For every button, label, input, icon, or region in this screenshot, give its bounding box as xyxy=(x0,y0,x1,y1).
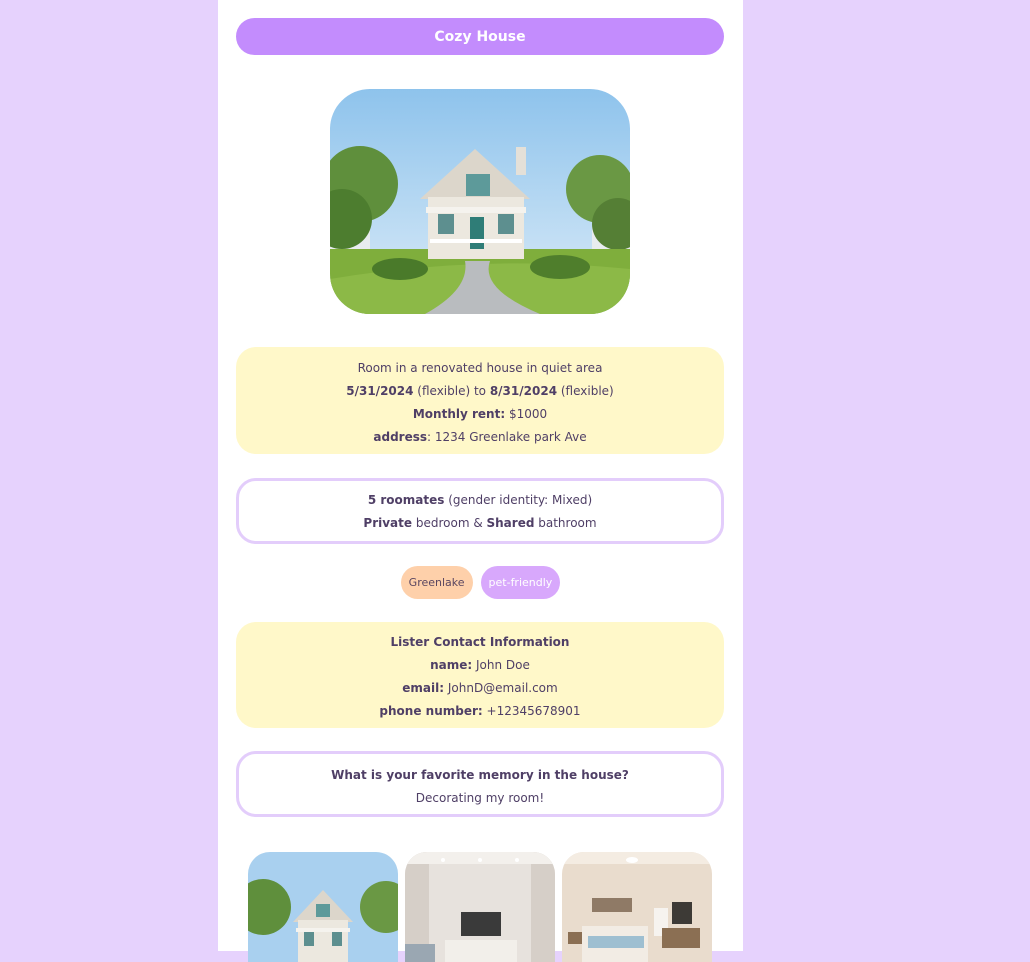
tag-greenlake[interactable]: Greenlake xyxy=(400,566,473,599)
room-details: Private bedroom & Shared bathroom xyxy=(239,512,721,535)
roommate-count-label: 5 roomates xyxy=(367,493,445,507)
address-value: : 1234 Greenlake park Ave xyxy=(427,430,587,444)
name-value: John Doe xyxy=(472,658,530,672)
phone-label: phone number: xyxy=(379,704,483,718)
tag-pet-friendly[interactable]: pet-friendly xyxy=(480,566,561,599)
contact-phone: phone number: +12345678901 xyxy=(236,700,724,723)
contact-email: email: JohnD@email.com xyxy=(236,677,724,700)
rent-value: $1000 xyxy=(505,407,548,421)
availability-dates: 5/31/2024 (flexible) to 8/31/2024 (flexi… xyxy=(236,380,724,403)
bedroom-text: bedroom & xyxy=(412,516,487,530)
photo-gallery xyxy=(248,852,712,962)
bathroom-text: bathroom xyxy=(534,516,597,530)
roommate-count: 5 roomates (gender identity: Mixed) xyxy=(239,489,721,512)
contact-name: name: John Doe xyxy=(236,654,724,677)
monthly-rent: Monthly rent: $1000 xyxy=(236,403,724,426)
address-label: address xyxy=(373,430,427,444)
roommates-card: 5 roomates (gender identity: Mixed) Priv… xyxy=(236,478,724,544)
gallery-bedroom[interactable] xyxy=(562,852,712,962)
contact-heading: Lister Contact Information xyxy=(390,635,570,649)
end-date-note: (flexible) xyxy=(557,384,614,398)
gallery-house-exterior[interactable] xyxy=(248,852,398,962)
name-label: name: xyxy=(430,658,473,672)
bathroom-type: Shared xyxy=(486,516,535,530)
start-date: 5/31/2024 xyxy=(346,384,414,398)
phone-value[interactable]: +12345678901 xyxy=(483,704,581,718)
email-value[interactable]: JohnD@email.com xyxy=(444,681,558,695)
memory-answer: Decorating my room! xyxy=(415,791,545,805)
house-photo xyxy=(330,89,630,314)
listing-title: Cozy House xyxy=(236,18,724,55)
bedroom-type: Private xyxy=(363,516,413,530)
email-label: email: xyxy=(402,681,445,695)
rent-label: Monthly rent: xyxy=(412,407,506,421)
listing-summary-card: Room in a renovated house in quiet area … xyxy=(236,347,724,454)
listing-description: Room in a renovated house in quiet area xyxy=(357,361,603,375)
address: address: 1234 Greenlake park Ave xyxy=(236,426,724,449)
gender-identity: (gender identity: Mixed) xyxy=(444,493,593,507)
tag-list: Greenlake pet-friendly xyxy=(218,566,743,599)
end-date: 8/31/2024 xyxy=(489,384,558,398)
start-date-note: (flexible) to xyxy=(413,384,490,398)
listing-page: Cozy House Room in a renovated house in … xyxy=(218,0,743,962)
memory-question: What is your favorite memory in the hous… xyxy=(331,768,629,782)
contact-card: Lister Contact Information name: John Do… xyxy=(236,622,724,728)
memory-card: What is your favorite memory in the hous… xyxy=(236,751,724,817)
gallery-living-room[interactable] xyxy=(405,852,555,962)
